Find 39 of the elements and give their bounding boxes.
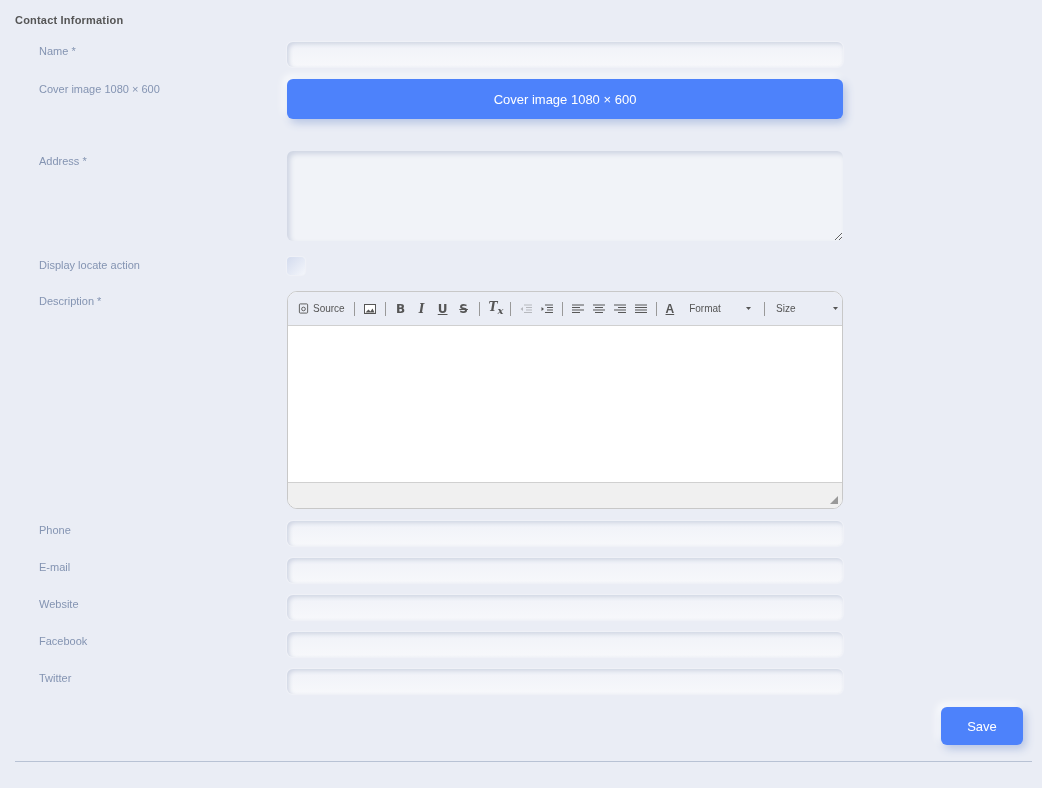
input-field[interactable] [287,595,843,620]
section-title: Contact Information [15,14,125,26]
field-label: Cover image 1080 × 600 [39,83,160,95]
save-button[interactable]: Save [941,707,1023,745]
align-center-icon[interactable] [592,303,605,314]
strikethrough-button[interactable]: S [457,301,470,316]
size-dropdown[interactable]: Size [774,303,842,314]
checkbox[interactable] [287,257,305,275]
upload-button[interactable]: Cover image 1080 × 600 [287,79,843,119]
field-label: Name * [39,45,76,57]
bold-button[interactable]: B [394,301,407,316]
field-label: Twitter [39,672,72,684]
input-field[interactable] [287,521,843,546]
source-icon [298,303,309,314]
input-field[interactable] [287,632,843,657]
caret-icon [833,307,839,310]
field-label: Address * [39,155,87,167]
field-label: Facebook [39,635,88,647]
caret-icon [746,307,752,310]
italic-button[interactable]: I [415,301,428,316]
resize-grip-icon[interactable] [830,496,838,504]
image-icon[interactable] [363,303,376,314]
field-label: Display locate action [39,259,140,271]
text-color-button[interactable]: A [665,301,679,316]
underline-button[interactable]: U [436,301,449,316]
source-button[interactable]: Source [298,303,345,314]
format-dropdown[interactable]: Format [687,303,756,314]
field-label: Website [39,598,79,610]
justify-icon[interactable] [634,303,647,314]
indent-icon[interactable] [540,303,553,314]
align-left-icon[interactable] [571,303,584,314]
field-label: E-mail [39,561,71,573]
align-right-icon[interactable] [613,303,626,314]
input-field[interactable] [287,669,843,694]
textarea-field[interactable] [287,151,843,241]
field-label: Description * [39,295,102,307]
input-field[interactable] [287,558,843,583]
input-field[interactable] [287,42,843,67]
field-label: Phone [39,524,71,536]
